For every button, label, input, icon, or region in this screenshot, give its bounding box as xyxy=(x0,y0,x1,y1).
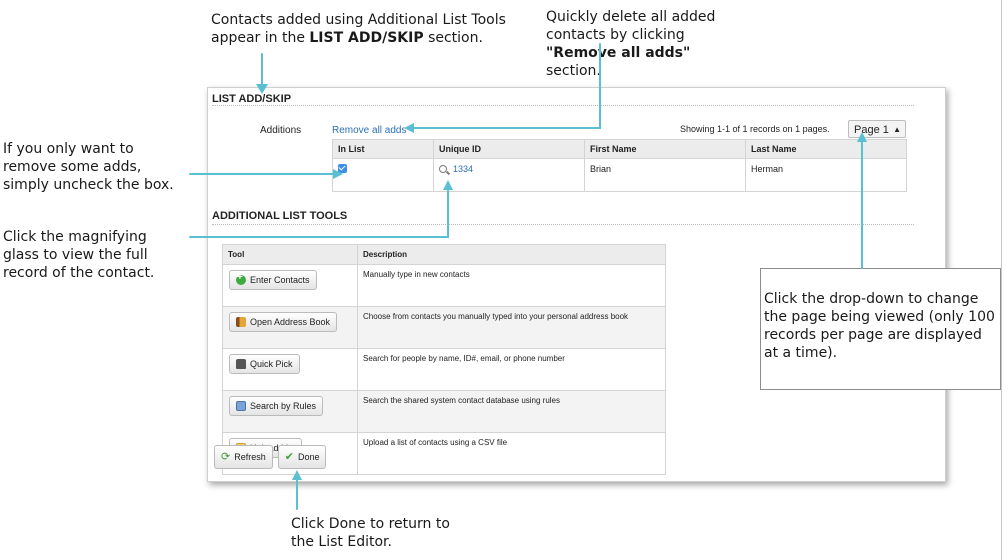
annotation-arrows xyxy=(189,43,867,510)
arrowhead xyxy=(857,132,867,142)
arrowhead xyxy=(333,169,343,179)
arrowhead xyxy=(256,84,268,94)
arrowhead xyxy=(292,470,302,480)
arrowhead xyxy=(443,180,453,190)
arrow-remove-all xyxy=(409,43,601,129)
arrow-magnify xyxy=(189,185,449,238)
arrowhead xyxy=(404,123,414,133)
